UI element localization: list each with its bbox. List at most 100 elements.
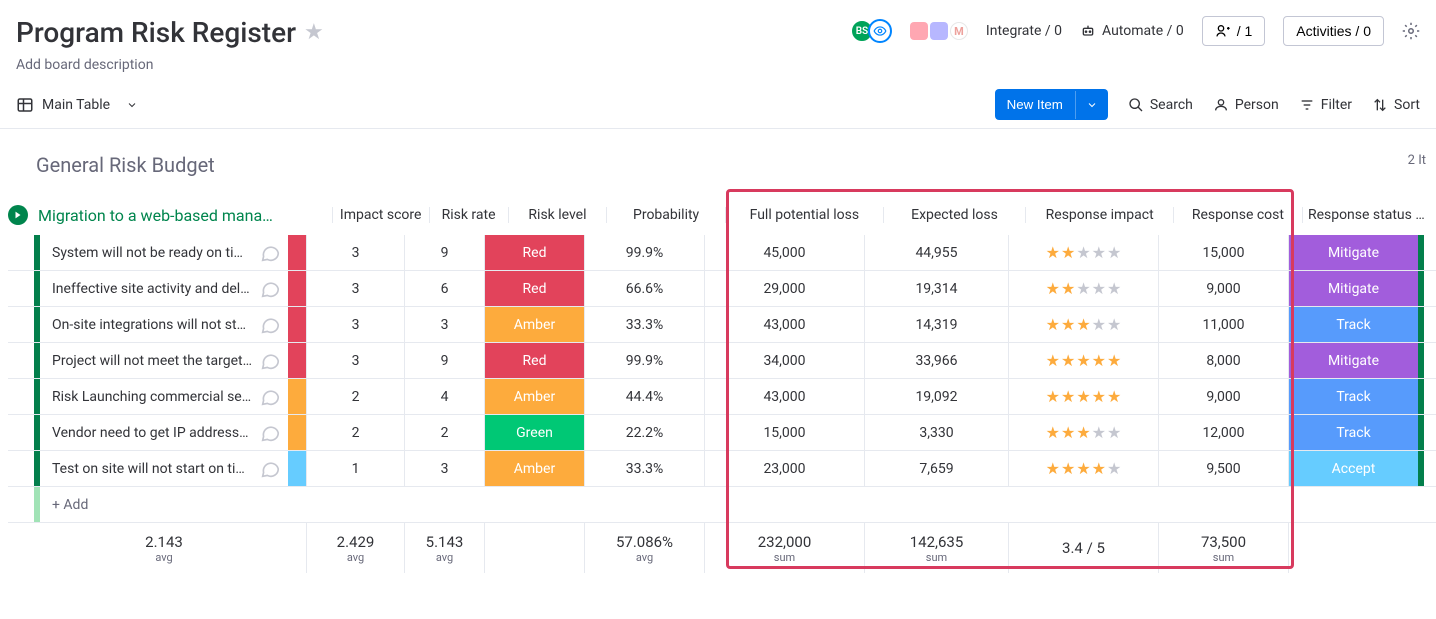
avatar-view-icon[interactable] [868, 19, 892, 43]
cell-eloss[interactable]: 7,659 [864, 451, 1008, 486]
cell-rstatus[interactable]: Track [1288, 415, 1418, 450]
star-icon[interactable]: ★ [1107, 315, 1121, 334]
cell-eloss[interactable]: 19,314 [864, 271, 1008, 306]
cell-level[interactable]: Green [484, 415, 584, 450]
cell-rimpact[interactable]: ★★★★★ [1008, 415, 1158, 450]
board-description[interactable]: Add board description [16, 57, 324, 73]
cell-rate[interactable]: 9 [404, 343, 484, 378]
star-icon[interactable]: ★ [1076, 459, 1090, 478]
cell-rstatus[interactable]: Track [1288, 307, 1418, 342]
invite-button[interactable]: / 1 [1202, 16, 1266, 46]
col-header-rimpact[interactable]: Response impact [1025, 207, 1173, 223]
cell-rate[interactable]: 9 [404, 235, 484, 270]
cell-impact[interactable]: 2 [306, 415, 404, 450]
table-row[interactable]: On-site integrations will not start … 3 … [8, 307, 1436, 343]
star-icon[interactable]: ★ [1076, 423, 1090, 442]
star-icon[interactable]: ★ [1046, 315, 1060, 334]
star-icon[interactable]: ★ [1046, 459, 1060, 478]
cell-rcost[interactable]: 9,500 [1158, 451, 1288, 486]
filter-button[interactable]: Filter [1299, 97, 1352, 113]
cell-rimpact[interactable]: ★★★★★ [1008, 451, 1158, 486]
group-name[interactable]: Migration to a web-based mana… [34, 206, 314, 225]
cell-rate[interactable]: 2 [404, 415, 484, 450]
star-icon[interactable]: ★ [1061, 315, 1075, 334]
cell-level[interactable]: Red [484, 343, 584, 378]
integrate-link[interactable]: Integrate / 0 [986, 23, 1062, 39]
cell-impact[interactable]: 3 [306, 235, 404, 270]
table-row[interactable]: Test on site will not start on time 1 3 … [8, 451, 1436, 487]
cell-rimpact[interactable]: ★★★★★ [1008, 307, 1158, 342]
cell-rcost[interactable]: 9,000 [1158, 271, 1288, 306]
board-title[interactable]: Program Risk Register [16, 16, 296, 49]
star-icon[interactable]: ★ [1107, 387, 1121, 406]
cell-rcost[interactable]: 12,000 [1158, 415, 1288, 450]
cell-rcost[interactable]: 15,000 [1158, 235, 1288, 270]
star-icon[interactable]: ★ [1092, 387, 1106, 406]
star-icon[interactable]: ★ [1061, 351, 1075, 370]
star-icon[interactable]: ★ [1046, 351, 1060, 370]
star-icon[interactable]: ★ [1076, 315, 1090, 334]
star-icon[interactable]: ★ [1046, 423, 1060, 442]
cell-level[interactable]: Amber [484, 451, 584, 486]
cell-rstatus[interactable]: Mitigate [1288, 235, 1418, 270]
cell-level[interactable]: Red [484, 271, 584, 306]
automate-link[interactable]: Automate / 0 [1080, 23, 1184, 39]
star-icon[interactable]: ★ [1076, 279, 1090, 298]
star-icon[interactable]: ★ [1061, 459, 1075, 478]
col-header-fploss[interactable]: Full potential loss [725, 207, 883, 223]
cell-fploss[interactable]: 43,000 [704, 307, 864, 342]
cell-rcost[interactable]: 8,000 [1158, 343, 1288, 378]
table-row[interactable]: Vendor need to get IP addresses … 2 2 Gr… [8, 415, 1436, 451]
cell-level[interactable]: Amber [484, 379, 584, 414]
item-name[interactable]: Ineffective site activity and delay… [52, 281, 252, 297]
integration-icons[interactable]: M [910, 22, 968, 40]
search-button[interactable]: Search [1128, 97, 1193, 113]
new-item-button[interactable]: New Item [995, 89, 1108, 120]
star-icon[interactable]: ★ [1061, 279, 1075, 298]
cell-rate[interactable]: 6 [404, 271, 484, 306]
cell-eloss[interactable]: 19,092 [864, 379, 1008, 414]
item-name[interactable]: System will not be ready on time … [52, 245, 252, 261]
star-icon[interactable]: ★ [1107, 423, 1121, 442]
new-item-dropdown-icon[interactable] [1075, 91, 1108, 119]
col-header-prob[interactable]: Probability [606, 207, 725, 223]
cell-rstatus[interactable]: Accept [1288, 451, 1418, 486]
cell-impact[interactable]: 1 [306, 451, 404, 486]
star-icon[interactable]: ★ [1061, 423, 1075, 442]
col-header-level[interactable]: Risk level [508, 207, 607, 223]
star-icon[interactable]: ★ [1092, 243, 1106, 262]
person-filter-button[interactable]: Person [1213, 97, 1279, 113]
cell-prob[interactable]: 33.3% [584, 307, 704, 342]
cell-impact[interactable]: 2 [306, 379, 404, 414]
star-icon[interactable]: ★ [1092, 351, 1106, 370]
star-icon[interactable]: ★ [1107, 243, 1121, 262]
cell-impact[interactable]: 3 [306, 343, 404, 378]
star-icon[interactable]: ★ [1046, 243, 1060, 262]
item-name[interactable]: On-site integrations will not start … [52, 317, 252, 333]
col-header-rcost[interactable]: Response cost [1173, 207, 1301, 223]
activities-button[interactable]: Activities / 0 [1283, 16, 1384, 46]
table-row[interactable]: Risk Launching commercial servi… 2 4 Amb… [8, 379, 1436, 415]
cell-fploss[interactable]: 45,000 [704, 235, 864, 270]
avatar-group[interactable]: BS [856, 19, 892, 43]
col-header-rstatus[interactable]: Response status … [1302, 207, 1430, 223]
cell-fploss[interactable]: 43,000 [704, 379, 864, 414]
col-header-impact[interactable]: Impact score [332, 207, 429, 223]
cell-eloss[interactable]: 44,955 [864, 235, 1008, 270]
star-icon[interactable]: ★ [1076, 351, 1090, 370]
cell-rimpact[interactable]: ★★★★★ [1008, 271, 1158, 306]
cell-rate[interactable]: 3 [404, 307, 484, 342]
cell-rate[interactable]: 3 [404, 451, 484, 486]
star-icon[interactable]: ★ [1076, 387, 1090, 406]
cell-eloss[interactable]: 33,966 [864, 343, 1008, 378]
chat-button[interactable] [252, 235, 288, 270]
cell-prob[interactable]: 44.4% [584, 379, 704, 414]
cell-prob[interactable]: 22.2% [584, 415, 704, 450]
cell-rimpact[interactable]: ★★★★★ [1008, 379, 1158, 414]
cell-level[interactable]: Red [484, 235, 584, 270]
cell-level[interactable]: Amber [484, 307, 584, 342]
cell-prob[interactable]: 99.9% [584, 235, 704, 270]
star-icon[interactable]: ★ [1061, 387, 1075, 406]
item-name[interactable]: Test on site will not start on time [52, 461, 252, 477]
chat-button[interactable] [252, 307, 288, 342]
